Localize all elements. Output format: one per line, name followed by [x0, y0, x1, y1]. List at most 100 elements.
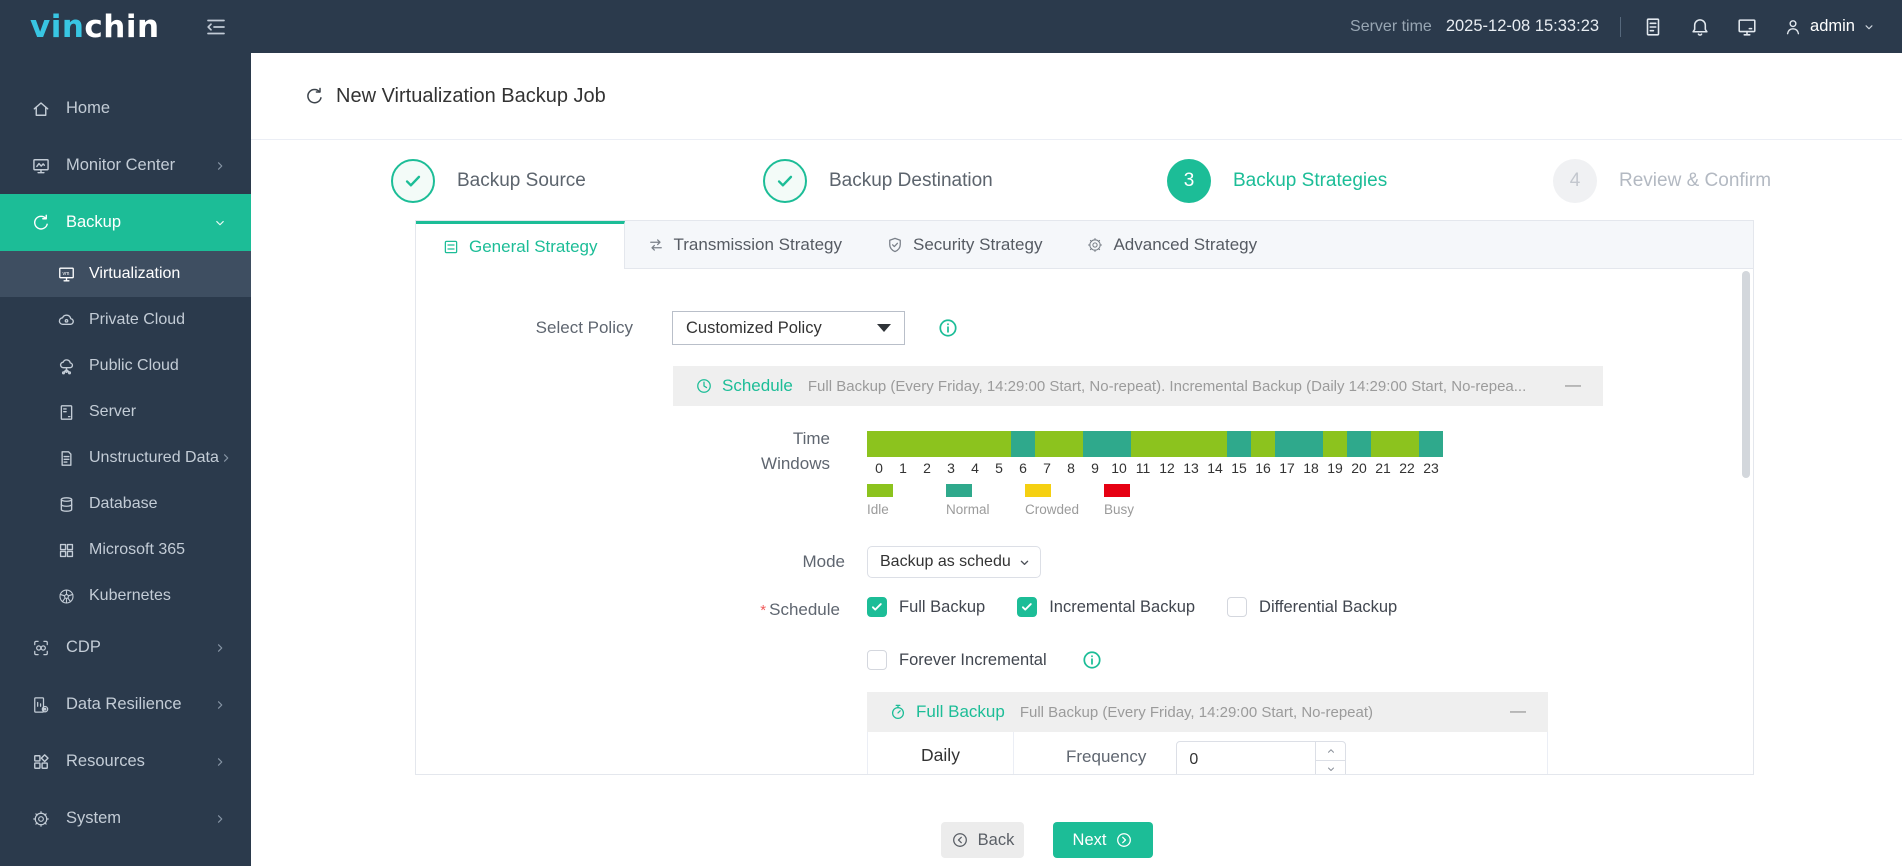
time-window-hour-8[interactable] [1059, 431, 1083, 457]
checkbox-box[interactable] [1227, 597, 1248, 617]
logo-part-2: chin [84, 8, 160, 45]
time-window-hour-2[interactable] [915, 431, 939, 457]
console-monitor-icon[interactable] [1736, 16, 1758, 38]
sidebar-collapse-icon[interactable] [204, 15, 228, 39]
select-policy-dropdown[interactable]: Customized Policy [672, 311, 905, 345]
sidebar-item-unstructured-data[interactable]: Unstructured Data [0, 435, 251, 481]
time-window-hour-18[interactable] [1299, 431, 1323, 457]
schedule-panel-header: Schedule Full Backup (Every Friday, 14:2… [673, 366, 1603, 406]
time-window-hour-14[interactable] [1203, 431, 1227, 457]
sidebar-item-home[interactable]: Home [0, 80, 251, 137]
chevron-right-icon [213, 698, 227, 712]
checkbox-box[interactable] [867, 597, 887, 617]
hour-tick: 13 [1183, 460, 1199, 476]
frequency-input[interactable] [1177, 742, 1306, 774]
checkbox-differential-backup[interactable]: Differential Backup [1227, 597, 1397, 617]
legend-swatch [946, 484, 972, 497]
time-window-hour-7[interactable] [1035, 431, 1059, 457]
checkbox-full-backup[interactable]: Full Backup [867, 597, 985, 617]
next-button[interactable]: Next [1053, 822, 1153, 858]
sidebar-item-monitor-center[interactable]: Monitor Center [0, 137, 251, 194]
sidebar-item-label: Data Resilience [66, 695, 182, 713]
user-icon [1783, 17, 1803, 37]
kubernetes-icon [57, 587, 76, 606]
forever-incremental-row: Forever Incremental [867, 649, 1103, 671]
policy-info-icon[interactable] [937, 317, 959, 339]
sidebar-item-resources[interactable]: Resources [0, 733, 251, 790]
sidebar-item-server[interactable]: Server [0, 389, 251, 435]
stepper-down-button[interactable] [1316, 761, 1345, 775]
step-circle [763, 158, 807, 203]
time-window-hour-11[interactable] [1131, 431, 1155, 457]
time-window-hour-10[interactable] [1107, 431, 1131, 457]
full-backup-panel-collapse[interactable]: — [1510, 703, 1526, 721]
sidebar-item-public-cloud[interactable]: Public Cloud [0, 343, 251, 389]
time-window-hour-20[interactable] [1347, 431, 1371, 457]
refresh-icon[interactable] [304, 86, 325, 107]
time-window-hour-5[interactable] [987, 431, 1011, 457]
back-button[interactable]: Back [941, 822, 1024, 858]
full-backup-panel: Full Backup Full Backup (Every Friday, 1… [867, 692, 1548, 774]
time-window-hour-16[interactable] [1251, 431, 1275, 457]
report-icon[interactable] [1642, 16, 1664, 38]
public-cloud-icon [57, 357, 76, 376]
forever-incremental-info-icon[interactable] [1081, 649, 1103, 671]
tab-security-strategy[interactable]: Security Strategy [864, 221, 1064, 268]
sidebar-item-system[interactable]: System [0, 790, 251, 847]
time-window-hour-9[interactable] [1083, 431, 1107, 457]
sidebar-item-kubernetes[interactable]: Kubernetes [0, 573, 251, 619]
tab-general-strategy[interactable]: General Strategy [416, 221, 625, 269]
time-window-hour-0[interactable] [867, 431, 891, 457]
tab-transmission-strategy[interactable]: Transmission Strategy [625, 221, 864, 268]
hour-tick: 14 [1207, 460, 1223, 476]
time-window-hour-6[interactable] [1011, 431, 1035, 457]
sidebar-item-private-cloud[interactable]: Private Cloud [0, 297, 251, 343]
checkbox-incremental-backup[interactable]: Incremental Backup [1017, 597, 1195, 617]
sidebar-item-backup[interactable]: Backup [0, 194, 251, 251]
forever-incremental-checkbox[interactable] [867, 650, 887, 670]
time-window-hour-22[interactable] [1395, 431, 1419, 457]
time-windows-bar[interactable] [867, 431, 1443, 457]
sidebar-item-label: Server [89, 403, 137, 420]
time-window-hour-19[interactable] [1323, 431, 1347, 457]
wizard-step-backup-source: Backup Source [391, 158, 586, 203]
full-backup-panel-title: Full Backup [916, 702, 1005, 721]
hour-tick: 11 [1135, 460, 1151, 476]
sidebar-item-virtualization[interactable]: vm Virtualization [0, 251, 251, 297]
time-window-hour-15[interactable] [1227, 431, 1251, 457]
stepper-controls [1315, 742, 1346, 775]
legend-item-busy: Busy [1104, 484, 1183, 517]
time-window-hour-23[interactable] [1419, 431, 1443, 457]
time-window-hour-21[interactable] [1371, 431, 1395, 457]
schedule-panel-collapse[interactable]: — [1565, 377, 1581, 395]
hour-tick: 20 [1351, 460, 1367, 476]
sidebar-item-microsoft-365[interactable]: Microsoft 365 [0, 527, 251, 573]
time-window-hour-1[interactable] [891, 431, 915, 457]
time-window-hour-3[interactable] [939, 431, 963, 457]
user-menu[interactable]: admin [1783, 17, 1876, 37]
shield-icon [886, 236, 904, 254]
tab-advanced-strategy[interactable]: Advanced Strategy [1064, 221, 1279, 268]
period-cell[interactable]: Daily [868, 732, 1014, 774]
sidebar-item-cdp[interactable]: CDP [0, 619, 251, 676]
hour-tick: 18 [1303, 460, 1319, 476]
hour-tick: 4 [971, 460, 979, 476]
time-window-hour-4[interactable] [963, 431, 987, 457]
stepper-up-button[interactable] [1316, 742, 1346, 761]
chevron-right-icon [213, 755, 227, 769]
time-window-hour-17[interactable] [1275, 431, 1299, 457]
sidebar-item-label: Home [66, 99, 111, 117]
scrollbar-thumb[interactable] [1742, 271, 1750, 478]
sidebar-item-database[interactable]: Database [0, 481, 251, 527]
mode-dropdown[interactable]: Backup as schedu [867, 546, 1041, 578]
sidebar-item-label: System [66, 809, 122, 827]
checkbox-box[interactable] [1017, 597, 1038, 617]
notifications-bell-icon[interactable] [1689, 16, 1711, 38]
hour-tick: 0 [875, 460, 883, 476]
time-window-hour-12[interactable] [1155, 431, 1179, 457]
sidebar-item-data-resilience[interactable]: Data Resilience [0, 676, 251, 733]
username: admin [1810, 17, 1855, 35]
time-window-hour-13[interactable] [1179, 431, 1203, 457]
schedule-options: Full Backup Incremental Backup Differentia… [867, 597, 1397, 617]
wizard-step-backup-strategies: 3 Backup Strategies [1167, 158, 1387, 203]
